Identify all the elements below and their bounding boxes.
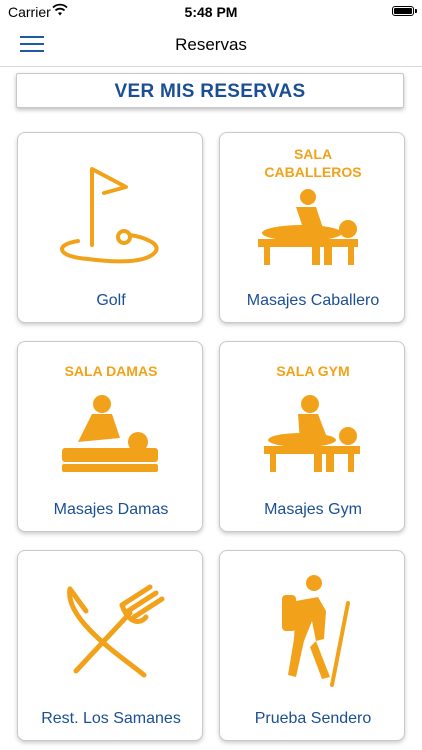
page-title: Reservas: [175, 35, 247, 54]
card-label: Masajes Gym: [264, 501, 362, 518]
card-caption: CABALLEROS: [264, 164, 361, 180]
card-label: Prueba Sendero: [254, 710, 372, 727]
card-prueba-sendero[interactable]: Prueba Sendero: [219, 550, 405, 741]
status-time: 5:48 PM: [184, 4, 238, 20]
golf-flag-icon: [60, 167, 159, 264]
card-masajes-caballero[interactable]: SALA CABALLEROS Masajes Caballero: [219, 132, 405, 323]
nav-bar: Reservas: [0, 24, 422, 67]
view-reservations-button[interactable]: VER MIS RESERVAS: [16, 73, 404, 108]
status-bar: Carrier 5:48 PM: [0, 0, 422, 24]
battery-icon: [392, 6, 417, 16]
massage-icon: SALA DAMAS: [62, 363, 158, 472]
card-label: Golf: [96, 292, 126, 309]
card-golf[interactable]: Golf: [17, 132, 203, 323]
massage-icon: SALA CABALLEROS: [258, 146, 362, 265]
card-caption: SALA DAMAS: [65, 363, 158, 379]
knife-fork-icon: [67, 584, 165, 678]
card-label: Masajes Damas: [53, 501, 169, 518]
card-masajes-damas[interactable]: SALA DAMAS Masajes Damas: [17, 341, 203, 532]
card-rest-los-samanes[interactable]: Rest. Los Samanes: [17, 550, 203, 741]
hiker-icon: [282, 575, 350, 687]
card-label: Rest. Los Samanes: [41, 710, 181, 727]
card-caption: SALA: [294, 146, 332, 162]
card-caption: SALA GYM: [276, 363, 349, 379]
card-masajes-gym[interactable]: SALA GYM Masajes Gym: [219, 341, 405, 532]
massage-icon: SALA GYM: [264, 363, 360, 472]
card-label: Masajes Caballero: [246, 292, 380, 309]
